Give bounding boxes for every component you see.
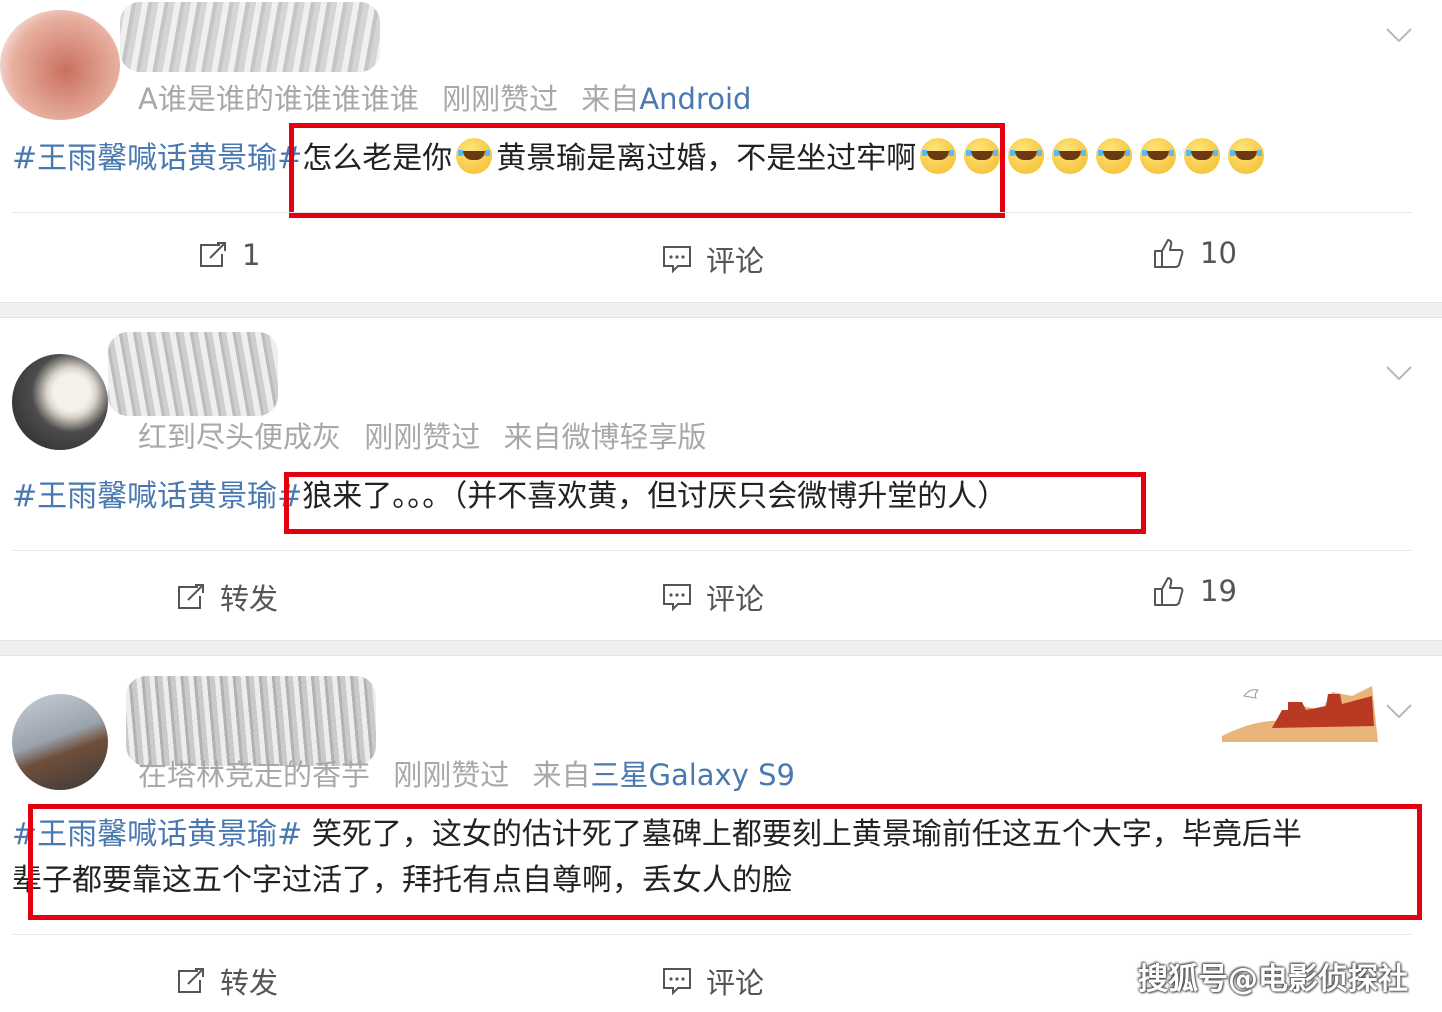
divider xyxy=(12,550,1412,551)
avatar[interactable] xyxy=(0,10,120,120)
chevron-down-icon[interactable] xyxy=(1386,704,1412,718)
laugh-cry-emoji-icon xyxy=(1184,138,1221,174)
source-prefix: 来自 xyxy=(532,758,591,792)
post-meta: 在塔林竞走的香芋 刚刚赞过 来自三星Galaxy S9 xyxy=(138,752,795,794)
comment-button[interactable]: 评论 xyxy=(662,576,764,618)
repost-button[interactable]: 转发 xyxy=(176,960,278,1002)
like-count: 19 xyxy=(1200,574,1237,608)
highlight-box xyxy=(28,804,1422,920)
repost-icon xyxy=(178,968,204,993)
comment-icon xyxy=(663,968,691,996)
comment-label: 评论 xyxy=(706,966,765,1000)
chevron-down-icon[interactable] xyxy=(1386,366,1412,380)
avatar[interactable] xyxy=(12,694,108,790)
like-button[interactable]: 10 xyxy=(1152,236,1237,270)
card-separator xyxy=(0,302,1442,318)
like-button[interactable]: 19 xyxy=(1152,574,1237,608)
source-device[interactable]: Android xyxy=(639,82,751,116)
comment-label: 评论 xyxy=(706,244,765,278)
liked-status: 刚刚赞过 xyxy=(442,82,559,116)
liked-status: 刚刚赞过 xyxy=(364,420,481,454)
post-meta: A谁是谁的谁谁谁谁谁 刚刚赞过 来自Android xyxy=(138,76,751,118)
post-meta: 红到尽头便成灰 刚刚赞过 来自微博轻享版 xyxy=(138,414,720,456)
comment-button[interactable]: 评论 xyxy=(662,960,764,1002)
highlight-box xyxy=(289,123,1005,218)
liked-status: 刚刚赞过 xyxy=(393,758,510,792)
blurred-username-redaction xyxy=(108,332,278,416)
comment-card-1: A谁是谁的谁谁谁谁谁 刚刚赞过 来自Android #王雨馨喊话黄景瑜#怎么老是… xyxy=(0,0,1442,302)
highlight-box xyxy=(284,472,1146,534)
laugh-cry-emoji-icon xyxy=(1228,138,1265,174)
source-device[interactable]: 三星Galaxy S9 xyxy=(590,758,794,792)
username[interactable]: 红到尽头便成灰 xyxy=(138,420,341,454)
card-separator xyxy=(0,640,1442,656)
blurred-username-redaction xyxy=(120,2,380,72)
laugh-cry-emoji-icon xyxy=(1096,138,1133,174)
repost-label: 转发 xyxy=(220,582,279,616)
topic-link[interactable]: #王雨馨喊话黄景瑜# xyxy=(12,141,302,176)
comment-icon xyxy=(663,584,691,612)
laugh-cry-emoji-icon xyxy=(1140,138,1177,174)
comment-button[interactable]: 评论 xyxy=(662,238,764,280)
like-count: 10 xyxy=(1200,236,1237,270)
repost-count: 1 xyxy=(242,238,261,272)
avatar[interactable] xyxy=(12,354,108,450)
chevron-down-icon[interactable] xyxy=(1386,28,1412,42)
source-prefix: 来自 xyxy=(581,82,640,116)
repost-icon xyxy=(178,584,204,609)
divider xyxy=(12,934,1412,935)
thumbs-up-icon xyxy=(1154,239,1184,268)
username[interactable]: A谁是谁的谁谁谁谁谁 xyxy=(138,82,419,116)
comment-label: 评论 xyxy=(706,582,765,616)
comment-card-2: 红到尽头便成灰 刚刚赞过 来自微博轻享版 #王雨馨喊话黄景瑜#狼来了。。。（并不… xyxy=(0,318,1442,640)
topic-link[interactable]: #王雨馨喊话黄景瑜# xyxy=(12,479,302,514)
watermark: 搜狐号@电影侦探社 xyxy=(1138,962,1408,997)
divider xyxy=(12,212,1412,213)
repost-button[interactable]: 1 xyxy=(198,238,260,272)
source-label: 来自微博轻享版 xyxy=(503,420,707,454)
great-wall-badge-image xyxy=(1222,686,1378,742)
username[interactable]: 在塔林竞走的香芋 xyxy=(138,758,370,792)
repost-button[interactable]: 转发 xyxy=(176,576,278,618)
comment-icon xyxy=(663,246,691,274)
repost-label: 转发 xyxy=(220,966,279,1000)
laugh-cry-emoji-icon xyxy=(1052,138,1089,174)
thumbs-up-icon xyxy=(1154,577,1184,606)
laugh-cry-emoji-icon xyxy=(1008,138,1045,174)
repost-icon xyxy=(200,242,226,267)
